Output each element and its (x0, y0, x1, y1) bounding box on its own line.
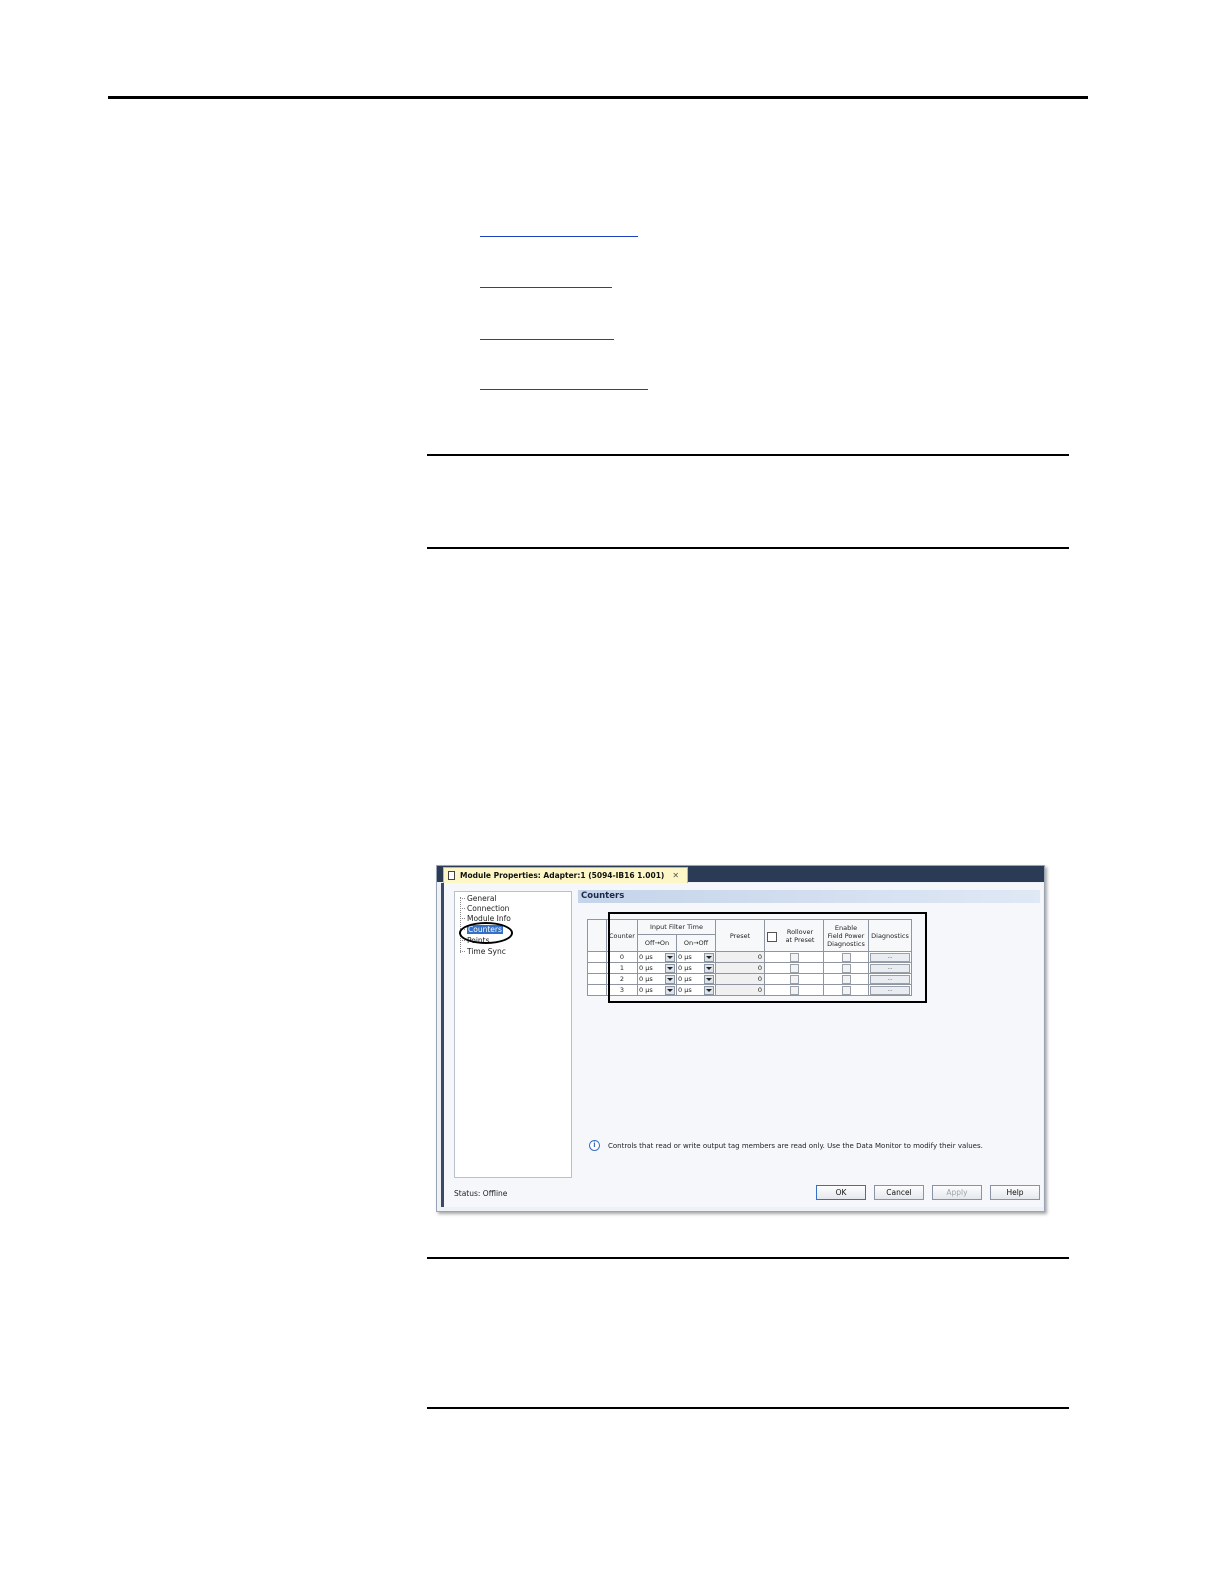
off-on-select[interactable]: 0 µs (637, 962, 677, 974)
row-header-blank (587, 919, 607, 952)
rollover-checkbox[interactable] (789, 985, 799, 995)
table-row: 3 0 µs 0 µs 0 ... (587, 984, 912, 996)
preset-field[interactable]: 0 (715, 984, 765, 996)
dialog-title: Module Properties: Adapter:1 (5094-IB16 … (460, 871, 665, 880)
field-power-diag-checkbox[interactable] (841, 985, 851, 995)
field-power-diag-checkbox[interactable] (841, 963, 851, 973)
tree-item-general[interactable]: General (460, 894, 497, 903)
on-off-select[interactable]: 0 µs (676, 973, 716, 985)
col-preset: Preset (715, 919, 765, 952)
note-box-2-bottom-rule (427, 1407, 1069, 1409)
off-on-select[interactable]: 0 µs (637, 984, 677, 996)
col-counter: Counter (606, 919, 638, 952)
document-icon (448, 871, 455, 880)
link-underline-3[interactable] (480, 339, 614, 340)
dialog-tab[interactable]: Module Properties: Adapter:1 (5094-IB16 … (443, 867, 689, 883)
preset-field[interactable]: 0 (715, 973, 765, 985)
counters-table: Counter Input Filter Time Preset Rollove… (587, 919, 912, 996)
info-text: Controls that read or write output tag m… (608, 1141, 983, 1150)
dialog-titlebar: Module Properties: Adapter:1 (5094-IB16 … (437, 866, 1044, 883)
col-diagnostics: Diagnostics (868, 919, 912, 952)
module-properties-screenshot: Module Properties: Adapter:1 (5094-IB16 … (436, 865, 1045, 1212)
on-off-select[interactable]: 0 µs (676, 962, 716, 974)
ok-button[interactable]: OK (816, 1185, 866, 1200)
rollover-checkbox[interactable] (789, 974, 799, 984)
counter-cell: 1 (606, 962, 638, 974)
section-title: Counters (578, 890, 1040, 903)
col-enable-field-power-diagnostics: Enable Field Power Diagnostics (823, 919, 869, 952)
dropdown-arrow-icon[interactable] (665, 952, 675, 962)
link-underline-2[interactable] (480, 287, 612, 288)
col-input-filter-time: Input Filter Time (637, 919, 716, 935)
dropdown-arrow-icon[interactable] (704, 952, 714, 962)
link-underline-1[interactable] (480, 236, 638, 237)
on-off-select[interactable]: 0 µs (676, 984, 716, 996)
close-icon[interactable]: ✕ (672, 871, 679, 880)
field-power-diag-checkbox[interactable] (841, 952, 851, 962)
diagnostics-button[interactable]: ... (870, 986, 910, 995)
off-on-select[interactable]: 0 µs (637, 951, 677, 963)
note-box-bottom-rule (427, 547, 1069, 549)
note-box-2-top-rule (427, 1257, 1069, 1259)
field-power-diag-checkbox[interactable] (841, 974, 851, 984)
diagnostics-button[interactable]: ... (870, 953, 910, 962)
off-on-select[interactable]: 0 µs (637, 973, 677, 985)
apply-button[interactable]: Apply (932, 1185, 982, 1200)
preset-field[interactable]: 0 (715, 951, 765, 963)
info-icon: i (589, 1140, 600, 1151)
counter-cell: 3 (606, 984, 638, 996)
link-underline-4[interactable] (480, 389, 648, 390)
on-off-select[interactable]: 0 µs (676, 951, 716, 963)
rollover-all-checkbox[interactable] (767, 931, 777, 942)
callout-circle (459, 922, 513, 944)
preset-field[interactable]: 0 (715, 962, 765, 974)
diagnostics-button[interactable]: ... (870, 975, 910, 984)
table-row: 0 0 µs 0 µs 0 ... (587, 951, 912, 963)
dropdown-arrow-icon[interactable] (704, 963, 714, 973)
info-message: i Controls that read or write output tag… (589, 1140, 983, 1151)
dropdown-arrow-icon[interactable] (704, 974, 714, 984)
header-rule (108, 96, 1088, 99)
col-off-on: Off→On (637, 934, 677, 952)
note-box-top-rule (427, 454, 1069, 456)
table-row: 2 0 µs 0 µs 0 ... (587, 973, 912, 985)
col-on-off: On→Off (676, 934, 716, 952)
dropdown-arrow-icon[interactable] (665, 985, 675, 995)
counter-cell: 0 (606, 951, 638, 963)
tree-item-time-sync[interactable]: Time Sync (460, 947, 506, 956)
help-button[interactable]: Help (990, 1185, 1040, 1200)
col-rollover: Rollover at Preset (764, 919, 824, 952)
table-row: 1 0 µs 0 µs 0 ... (587, 962, 912, 974)
status-text: Status: Offline (454, 1189, 508, 1198)
rollover-checkbox[interactable] (789, 963, 799, 973)
category-tree: General Connection Module Info Counters … (454, 891, 572, 1178)
diagnostics-button[interactable]: ... (870, 964, 910, 973)
rollover-checkbox[interactable] (789, 952, 799, 962)
dropdown-arrow-icon[interactable] (665, 974, 675, 984)
tree-item-connection[interactable]: Connection (460, 904, 509, 913)
cancel-button[interactable]: Cancel (874, 1185, 924, 1200)
dropdown-arrow-icon[interactable] (665, 963, 675, 973)
dropdown-arrow-icon[interactable] (704, 985, 714, 995)
tree-connector (460, 897, 461, 953)
dialog-body: General Connection Module Info Counters … (441, 883, 1043, 1207)
counter-cell: 2 (606, 973, 638, 985)
